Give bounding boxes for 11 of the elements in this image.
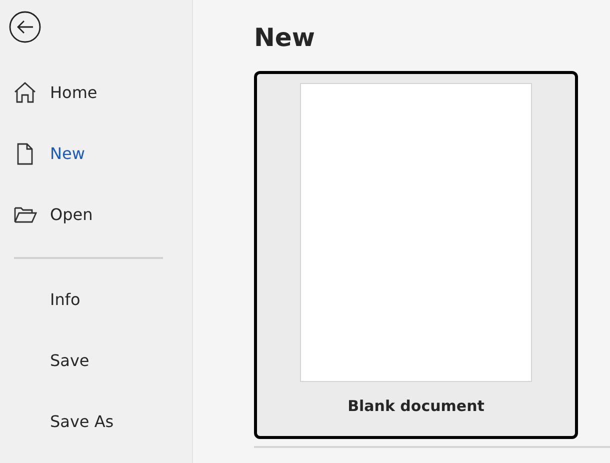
nav-item[interactable]: Save As [0, 391, 192, 452]
template-card[interactable]: Blank document [254, 71, 578, 439]
nav-item[interactable]: Save [0, 330, 192, 391]
nav-item[interactable]: Info [0, 269, 192, 330]
nav-item[interactable]: New [0, 123, 192, 184]
home-icon [13, 80, 37, 104]
page-title: New [254, 22, 316, 54]
template-label: Blank document [348, 397, 484, 415]
nav-item[interactable]: Open [0, 184, 192, 245]
nav-item[interactable]: Home [0, 62, 192, 123]
back-icon[interactable] [9, 11, 41, 43]
